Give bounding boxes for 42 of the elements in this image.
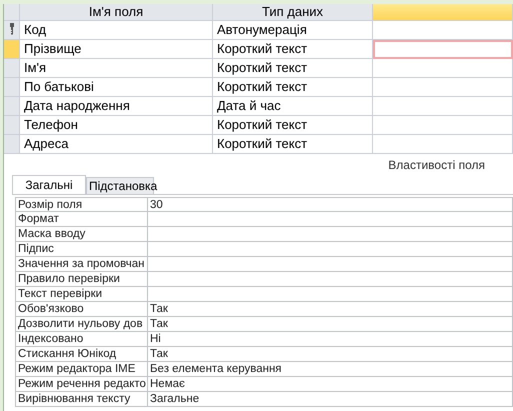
field-name-cell[interactable]: Код [20, 21, 213, 40]
property-name: Правило перевірки [15, 272, 148, 287]
property-name: Режим редактора IME [15, 362, 148, 377]
column-header[interactable]: Ім'я поля [20, 4, 213, 21]
data-type-cell[interactable]: Автонумерація [213, 21, 373, 40]
property-value[interactable]: Загальне [148, 392, 513, 407]
property-name: Формат [15, 212, 148, 227]
row-selector[interactable] [4, 21, 20, 40]
property-name: Режим речення редакто [15, 377, 148, 392]
property-name: Текст перевірки [15, 287, 148, 302]
data-type-cell[interactable]: Короткий текст [213, 135, 373, 154]
field-name-cell[interactable]: Адреса [20, 135, 213, 154]
property-value[interactable]: Так [148, 302, 513, 317]
data-type-cell[interactable]: Короткий текст [213, 40, 373, 59]
data-type-cell[interactable]: Короткий текст [213, 59, 373, 78]
property-value[interactable]: 30 [148, 197, 513, 212]
data-type-cell[interactable]: Дата й час [213, 97, 373, 116]
column-header[interactable]: Тип даних [213, 4, 373, 21]
field-name-cell[interactable]: Телефон [20, 116, 213, 135]
tab[interactable]: Загальні [12, 175, 86, 194]
property-name: Індексовано [15, 332, 148, 347]
properties-caption: Властивості поля [388, 158, 485, 172]
field-name-cell[interactable]: Дата народження [20, 97, 213, 116]
property-name: Вирівнювання тексту [15, 392, 148, 407]
data-type-cell[interactable]: Короткий текст [213, 78, 373, 97]
property-name: Значення за промовчан [15, 257, 148, 272]
property-name: Розмір поля [15, 197, 148, 212]
property-name: Стискання Юнікод [15, 347, 148, 362]
property-value[interactable]: Так [148, 347, 513, 362]
property-name: Підпис [15, 242, 148, 257]
property-value[interactable]: Немає [148, 377, 513, 392]
key-icon [8, 23, 14, 35]
property-name: Маска вводу [15, 227, 148, 242]
property-value[interactable]: Ні [148, 332, 513, 347]
property-value[interactable]: Так [148, 317, 513, 332]
field-name-cell[interactable]: Прізвище [20, 40, 213, 59]
property-value[interactable]: Без елемента керування [148, 362, 513, 377]
data-type-cell[interactable]: Короткий текст [213, 116, 373, 135]
field-name-cell[interactable]: Ім'я [20, 59, 213, 78]
property-name: Обов'язково [15, 302, 148, 317]
field-name-cell[interactable]: По батькові [20, 78, 213, 97]
property-name: Дозволити нульову дов [15, 317, 148, 332]
